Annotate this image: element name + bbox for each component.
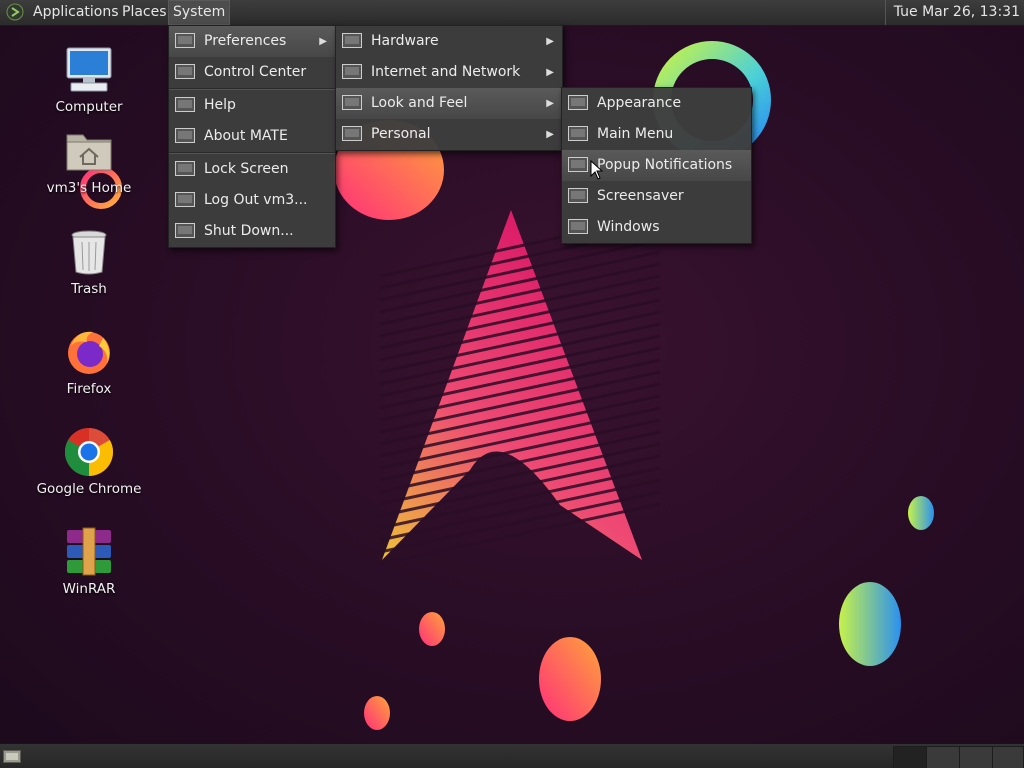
desktop-icon-label: Google Chrome [36, 481, 142, 497]
menu-item-help[interactable]: Help [169, 90, 335, 121]
menu-item-preferences[interactable]: Preferences ▶ [169, 26, 335, 57]
about-icon [175, 128, 195, 143]
places-menu[interactable]: Places [117, 0, 172, 25]
menu-item-label: Internet and Network [371, 64, 521, 80]
lock-screen-icon [175, 161, 195, 176]
menu-item-label: Lock Screen [204, 161, 289, 177]
menu-item-shut-down[interactable]: Shut Down... [169, 216, 335, 247]
system-menu[interactable]: System [168, 0, 231, 25]
desktop-icon-label: Trash [71, 281, 107, 297]
preferences-icon [175, 33, 195, 48]
menu-item-label: Personal [371, 126, 431, 142]
submenu-arrow-icon: ▶ [546, 67, 554, 78]
bottom-panel [0, 743, 1024, 768]
desktop-icon-label: Firefox [66, 381, 112, 397]
look-and-feel-icon [342, 95, 362, 110]
menu-item-label: Control Center [204, 64, 307, 80]
desktop-icon-trash[interactable]: Trash [29, 226, 149, 297]
menu-item-label: Help [204, 97, 236, 113]
hardware-icon [342, 33, 362, 48]
desktop-icon-label: Computer [55, 99, 123, 115]
menu-item-label: Log Out vm3... [204, 192, 308, 208]
submenu-arrow-icon: ▶ [546, 36, 554, 47]
menu-item-control-center[interactable]: Control Center [169, 57, 335, 88]
system-dropdown-menu: Preferences ▶ Control Center Help About … [168, 25, 336, 248]
menu-item-screensaver[interactable]: Screensaver [562, 181, 751, 212]
menu-item-label: About MATE [204, 128, 288, 144]
preferences-submenu: Hardware ▶ Internet and Network ▶ Look a… [335, 25, 563, 151]
menu-item-lock-screen[interactable]: Lock Screen [169, 154, 335, 185]
desktop-icon-chrome[interactable]: Google Chrome [29, 426, 149, 497]
applications-menu[interactable]: Applications [28, 0, 124, 25]
menu-item-label: Preferences [204, 33, 287, 49]
menu-item-about-mate[interactable]: About MATE [169, 121, 335, 152]
desktop-icon-label: vm3's Home [46, 180, 132, 196]
main-menu-icon [568, 126, 588, 141]
menu-item-look-and-feel[interactable]: Look and Feel ▶ [336, 88, 562, 119]
workspace-4[interactable] [992, 746, 1024, 768]
menu-item-label: Windows [597, 219, 660, 235]
workspace-2[interactable] [926, 746, 960, 768]
menu-item-label: Hardware [371, 33, 439, 49]
appearance-icon [568, 95, 588, 110]
menu-item-label: Main Menu [597, 126, 674, 142]
menu-item-windows[interactable]: Windows [562, 212, 751, 243]
help-icon [175, 97, 195, 112]
screensaver-icon [568, 188, 588, 203]
winrar-icon [63, 526, 115, 578]
workspace-1[interactable] [893, 746, 927, 768]
show-desktop-icon[interactable] [3, 748, 21, 764]
workspace-3[interactable] [959, 746, 993, 768]
menu-item-personal[interactable]: Personal ▶ [336, 119, 562, 150]
trash-icon [63, 226, 115, 278]
computer-icon [63, 44, 115, 96]
desktop-icon-label: WinRAR [62, 581, 116, 597]
windows-icon [568, 219, 588, 234]
control-center-icon [175, 64, 195, 79]
submenu-arrow-icon: ▶ [546, 129, 554, 140]
menu-item-internet-and-network[interactable]: Internet and Network ▶ [336, 57, 562, 88]
menu-item-log-out[interactable]: Log Out vm3... [169, 185, 335, 216]
firefox-icon [63, 326, 115, 378]
desktop-icon-firefox[interactable]: Firefox [29, 326, 149, 397]
desktop-icon-computer[interactable]: Computer [29, 44, 149, 115]
log-out-icon [175, 192, 195, 207]
submenu-arrow-icon: ▶ [546, 98, 554, 109]
chrome-icon [63, 426, 115, 478]
menu-item-label: Shut Down... [204, 223, 294, 239]
mate-logo-icon[interactable] [6, 3, 24, 21]
desktop-icon-winrar[interactable]: WinRAR [29, 526, 149, 597]
menu-item-label: Appearance [597, 95, 682, 111]
menu-item-appearance[interactable]: Appearance [562, 88, 751, 119]
personal-icon [342, 126, 362, 141]
top-panel: Applications Places System Tue Mar 26, 1… [0, 0, 1024, 26]
popup-notifications-icon [568, 157, 588, 172]
menu-item-hardware[interactable]: Hardware ▶ [336, 26, 562, 57]
menu-item-main-menu[interactable]: Main Menu [562, 119, 751, 150]
home-folder-icon [63, 125, 115, 177]
shut-down-icon [175, 223, 195, 238]
clock[interactable]: Tue Mar 26, 13:31 [884, 0, 1020, 25]
menu-item-label: Screensaver [597, 188, 684, 204]
mouse-pointer-icon [590, 160, 604, 180]
desktop-icon-home[interactable]: vm3's Home [29, 125, 149, 196]
network-icon [342, 64, 362, 79]
menu-item-label: Look and Feel [371, 95, 468, 111]
submenu-arrow-icon: ▶ [319, 36, 327, 47]
menu-item-label: Popup Notifications [597, 157, 733, 173]
